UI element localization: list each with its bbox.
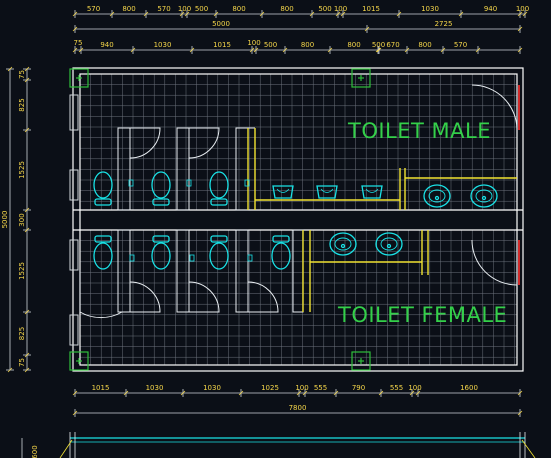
dim-left-label: 300	[18, 213, 26, 226]
dim-top-row1-label: 800	[232, 5, 245, 13]
dim-top-row3-label: 1030	[154, 41, 172, 49]
dim-top-row3-label: 800	[418, 41, 431, 49]
toilet-icon	[151, 171, 171, 199]
toilet-icon	[271, 242, 291, 270]
dim-top-row1-label: 1015	[362, 5, 380, 13]
dim-bottom-row-label: 100	[408, 384, 421, 392]
toilet-tank-icon	[94, 235, 112, 243]
dim-top-row1-label: 100	[516, 5, 529, 13]
dim-left-label: 1525	[18, 161, 26, 179]
dim-top-row3-label: 670	[386, 41, 399, 49]
paper-holder-icon	[247, 254, 253, 262]
dim-bottom-row-label: 1015	[92, 384, 110, 392]
dim-left-label: 75	[18, 70, 26, 79]
dim-left-label: 825	[18, 327, 26, 340]
elevation-hatch	[521, 439, 536, 458]
dim-top-row3-100: 100	[247, 39, 260, 47]
dim-bottom-row-label: 1600	[460, 384, 478, 392]
urinal-icon	[272, 185, 294, 199]
male-room-label: TOILET MALE	[347, 119, 491, 143]
dim-bottom-total-label: 7800	[289, 404, 307, 412]
female-room-label: TOILET FEMALE	[337, 303, 507, 327]
sink-drain-icon	[434, 195, 440, 201]
male-stall-partitions	[117, 127, 255, 211]
dim-bottom-row-label: 555	[314, 384, 327, 392]
sink-drain-icon	[340, 243, 346, 249]
toilet-tank-icon	[152, 198, 170, 206]
female-partition-yellow	[302, 230, 429, 312]
dim-left-label: 75	[18, 358, 26, 367]
toilet-icon	[93, 171, 113, 199]
left-wall-openings	[69, 94, 79, 346]
sink-drain-icon	[481, 195, 487, 201]
dim-top-row1-label: 1030	[421, 5, 439, 13]
dim-bottom-edge-label: 600	[31, 445, 39, 458]
dim-top-row1-label: 570	[157, 5, 170, 13]
dim-top-row3-label: 800	[347, 41, 360, 49]
structural-columns	[69, 68, 371, 371]
cad-canvas: TOILET MALE TOILET FEMALE 570 800 570 100 50…	[0, 0, 551, 458]
dim-top-row1-label: 500	[195, 5, 208, 13]
dim-top-totals-label: 5000	[212, 20, 230, 28]
toilet-icon	[209, 242, 229, 270]
dim-top-row1-label: 100	[178, 5, 191, 13]
dim-top-row1-label: 800	[122, 5, 135, 13]
toilet-tank-icon	[272, 235, 290, 243]
dim-top-row1-label: 100	[334, 5, 347, 13]
toilet-tank-icon	[152, 235, 170, 243]
urinal-icon	[316, 185, 338, 199]
dim-left-label: 1525	[18, 262, 26, 280]
dim-top-row3-label: 1015	[213, 41, 231, 49]
paper-holder-icon	[129, 254, 135, 262]
dim-top-row3-label: 500	[372, 41, 385, 49]
dim-top-row1-label: 500	[318, 5, 331, 13]
floor-plan: TOILET MALE TOILET FEMALE 570 800 570 100 50…	[1, 5, 536, 458]
sink-drain-icon	[386, 243, 392, 249]
dim-top-row3-label: 800	[301, 41, 314, 49]
dim-top-row1-label: 940	[484, 5, 497, 13]
dim-top-totals-label: 2725	[435, 20, 453, 28]
toilet-icon	[209, 171, 229, 199]
toilet-icon	[151, 242, 171, 270]
dim-left-label: 825	[18, 98, 26, 111]
paper-holder-icon	[189, 254, 195, 262]
dim-bottom-row-label: 790	[352, 384, 365, 392]
dim-top-row1-label: 570	[87, 5, 100, 13]
dim-bottom-row-label: 1030	[146, 384, 164, 392]
toilet-icon	[93, 242, 113, 270]
dim-bottom-row-label: 1025	[261, 384, 279, 392]
dim-top-row3-label: 570	[454, 41, 467, 49]
dim-bottom-row-label: 100	[295, 384, 308, 392]
dim-bottom-row-label: 555	[390, 384, 403, 392]
dim-top-row3-label: 940	[100, 41, 113, 49]
dim-top-row3-label: 500	[264, 41, 277, 49]
toilet-tank-icon	[210, 235, 228, 243]
toilet-tank-icon	[94, 198, 112, 206]
dim-left-total-label: 5000	[1, 211, 9, 229]
dim-top-row3-first: 75	[74, 39, 83, 47]
dim-bottom-row-label: 1030	[203, 384, 221, 392]
toilet-tank-icon	[210, 198, 228, 206]
dim-top-row1-label: 800	[280, 5, 293, 13]
urinal-icon	[361, 185, 383, 199]
